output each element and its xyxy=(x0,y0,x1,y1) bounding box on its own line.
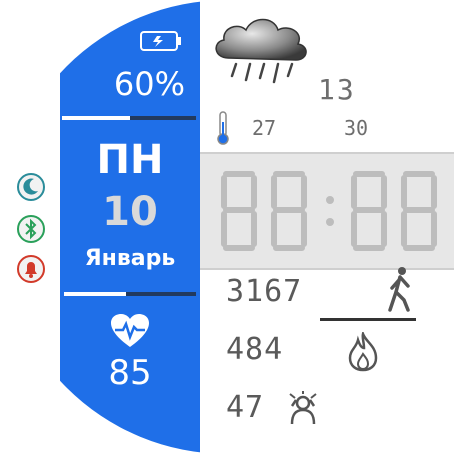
date-progress-remaining xyxy=(126,292,196,296)
date-progress-bar xyxy=(64,292,126,296)
weekday-label: ПН xyxy=(96,137,164,183)
current-temperature: 13 xyxy=(318,73,356,106)
watch-face: 60% ПН 10 Январь 85 13 27 30 3167 484 47 xyxy=(0,0,454,454)
stressed-person-icon xyxy=(289,391,317,425)
bluetooth-icon[interactable] xyxy=(16,214,46,244)
day-number: 10 xyxy=(102,189,158,235)
alarm-bell-icon[interactable] xyxy=(16,254,46,284)
heart-rate-value: 85 xyxy=(108,353,152,393)
thermometer-icon xyxy=(217,111,229,145)
month-label: Январь xyxy=(84,246,176,271)
heart-icon xyxy=(111,314,149,347)
battery-percentage: 60% xyxy=(113,65,185,103)
steps-count: 3167 xyxy=(226,274,303,309)
flame-icon xyxy=(348,332,378,372)
walking-person-icon xyxy=(388,267,410,312)
rain-cloud-icon xyxy=(215,18,307,84)
calories-count: 484 xyxy=(226,332,284,367)
time-segment-display xyxy=(221,171,437,251)
battery-icon xyxy=(140,31,181,51)
max-temperature: 30 xyxy=(344,116,369,140)
stress-level: 47 xyxy=(226,390,265,425)
battery-bar-remaining xyxy=(130,116,196,120)
moon-icon[interactable] xyxy=(16,172,46,202)
min-temperature: 27 xyxy=(252,116,277,140)
steps-progress-bar xyxy=(320,318,416,321)
